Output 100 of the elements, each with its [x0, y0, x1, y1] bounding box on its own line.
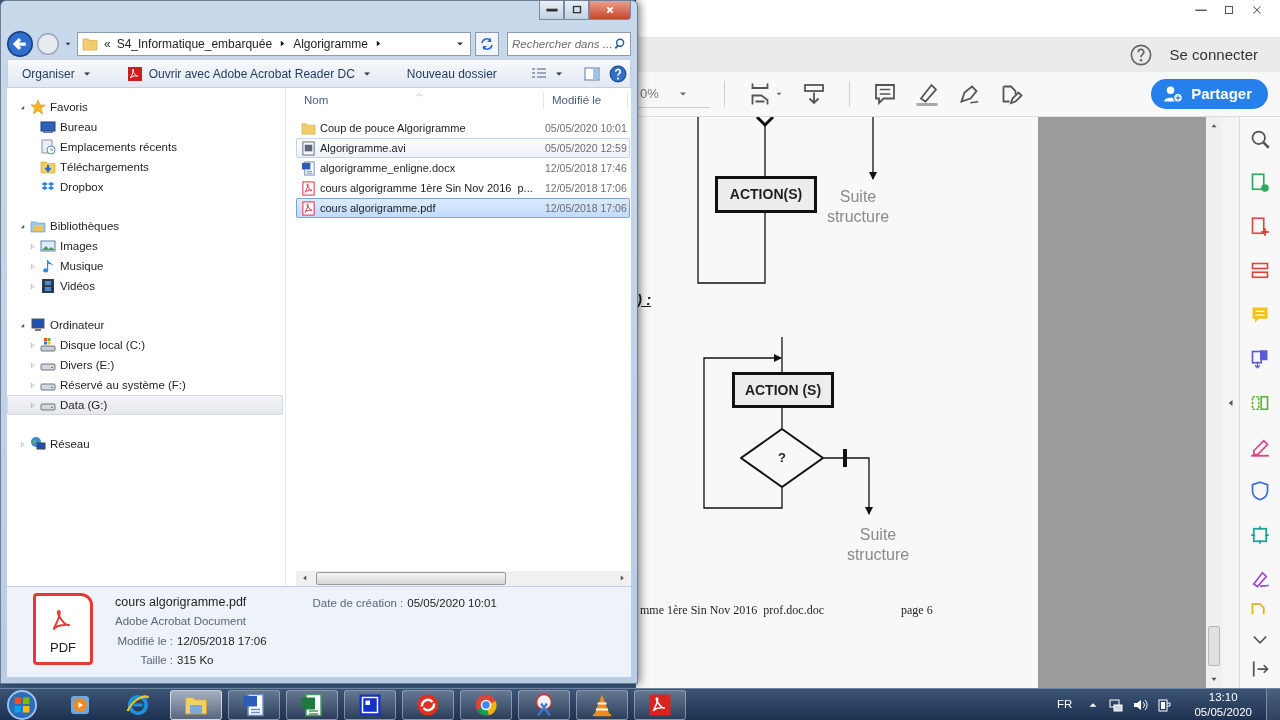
detail-value: 12/05/2018 17:06: [177, 633, 267, 649]
file-row[interactable]: Algorigramme.avi 05/05/2020 12:59: [296, 138, 630, 159]
system-drive-icon: [40, 337, 56, 354]
detail-label: Modifié le :: [116, 633, 173, 649]
combine-files-icon[interactable]: [1250, 349, 1270, 369]
breadcrumb[interactable]: Algorigramme: [293, 34, 368, 53]
refresh-button[interactable]: [475, 31, 499, 56]
nav-item[interactable]: Réservé au système (F:): [7, 375, 283, 396]
file-row[interactable]: cours algorigramme.pdf 12/05/2018 17:06: [296, 198, 630, 219]
nav-item[interactable]: Favoris: [7, 97, 283, 118]
address-bar[interactable]: « S4_Informatique_embarquée Algorigramme: [77, 31, 471, 56]
nav-item[interactable]: Bureau: [7, 117, 283, 138]
pane-icon: [583, 65, 600, 82]
scroll-thumb[interactable]: [316, 571, 506, 585]
scroll-mode-icon: [802, 82, 826, 106]
taskbar-button[interactable]: [402, 689, 454, 720]
desktop-icon: [40, 119, 56, 136]
fill-sign-icon[interactable]: [1250, 437, 1270, 457]
column-header[interactable]: Nom: [296, 91, 544, 110]
nav-item[interactable]: Dropbox: [7, 177, 283, 198]
file-row[interactable]: Coup de pouce Algorigramme 05/05/2020 10:01: [296, 118, 630, 139]
action-box: ACTION(S): [715, 176, 817, 213]
file-name: cours algorigramme.pdf: [115, 593, 248, 611]
breadcrumb[interactable]: S4_Informatique_embarquée: [116, 34, 273, 53]
create-pdf-icon[interactable]: [1250, 217, 1270, 237]
share-button[interactable]: Partager: [1151, 79, 1268, 109]
organize-pages-icon[interactable]: [1250, 261, 1270, 281]
send-review-icon[interactable]: [1250, 525, 1270, 545]
nav-item[interactable]: Réseau: [7, 434, 283, 455]
zoom-search-icon[interactable]: [1250, 129, 1270, 149]
minimize-button[interactable]: [539, 1, 564, 20]
file-type: Adobe Acrobat Document: [115, 614, 248, 630]
taskbar-button[interactable]: [634, 689, 686, 720]
search-field[interactable]: Rechercher dans ...: [507, 31, 631, 56]
battery-icon[interactable]: [1156, 696, 1173, 713]
nav-item[interactable]: Bibliothèques: [7, 216, 283, 237]
folder-icon: [301, 121, 316, 136]
network-icon: [30, 436, 46, 453]
taskbar-button[interactable]: [518, 689, 570, 720]
taskbar-button[interactable]: [170, 689, 222, 720]
close-button[interactable]: [589, 1, 631, 20]
download-folder-icon: [40, 159, 56, 176]
maximize-button[interactable]: [564, 1, 589, 20]
add-person-icon: [1163, 84, 1184, 104]
shield-icon[interactable]: [1250, 481, 1270, 501]
clock[interactable]: 13:10 05/05/2020: [1194, 689, 1252, 720]
minimize-icon: [544, 7, 559, 13]
file-row[interactable]: cours algorigramme 1ère Sin Nov 2016 p... 12/05/2018 17:06: [296, 178, 630, 199]
network-icon[interactable]: [1108, 696, 1125, 713]
connector-line: [781, 407, 783, 429]
command-button[interactable]: Ouvrir avec Adobe Acrobat Reader DC: [118, 61, 381, 86]
exit-label: Suite structure: [845, 525, 911, 565]
exit-arrow: [823, 457, 873, 515]
pdf-icon: [126, 65, 143, 82]
nav-item[interactable]: Images: [7, 236, 283, 257]
horizontal-scrollbar[interactable]: [296, 570, 631, 586]
taskbar-button[interactable]: [228, 689, 280, 720]
command-button[interactable]: Nouveau dossier: [398, 61, 505, 86]
word-icon: [242, 692, 266, 717]
language-indicator[interactable]: FR: [1057, 695, 1073, 714]
forward-icon: [37, 32, 59, 55]
pdf-file-icon: [301, 181, 316, 196]
collapse-arrow-icon[interactable]: [1250, 659, 1270, 679]
music-note-icon: [40, 258, 56, 275]
back-button[interactable]: [7, 30, 33, 57]
vertical-scrollbar[interactable]: [1206, 117, 1222, 688]
file-row[interactable]: algorigramme_enligne.docx 12/05/2018 17:46: [296, 158, 630, 179]
command-button[interactable]: Organiser: [14, 61, 101, 86]
export-pdf-icon[interactable]: [1250, 173, 1270, 193]
page-footer-text: mme 1ère Sin Nov 2016 prof.doc.doc: [640, 602, 824, 619]
taskbar-button[interactable]: [576, 689, 628, 720]
nav-item[interactable]: Ordinateur: [7, 315, 283, 336]
page-number: page 6: [901, 602, 933, 619]
help-icon[interactable]: [608, 64, 627, 83]
computer-icon: [30, 317, 46, 334]
nav-item[interactable]: Téléchargements: [7, 157, 283, 178]
signature-icon[interactable]: [1250, 569, 1270, 589]
show-desktop-button[interactable]: [1266, 688, 1280, 720]
taskbar-button[interactable]: [344, 689, 396, 720]
taskbar-button[interactable]: [460, 689, 512, 720]
nav-item[interactable]: Disque local (C:): [7, 335, 283, 356]
pdf-file-icon: PDF: [33, 592, 93, 665]
detail-label: Taille :: [139, 652, 173, 668]
pdf-icon: [648, 692, 672, 717]
nav-item[interactable]: Emplacements récents: [7, 137, 283, 158]
taskbar-button[interactable]: [286, 689, 338, 720]
minimize-icon: [1194, 8, 1208, 12]
nav-item[interactable]: Data (G:): [7, 395, 283, 416]
column-header[interactable]: Modifié le: [544, 91, 628, 110]
film-icon: [40, 278, 56, 295]
nav-item[interactable]: Musique: [7, 256, 283, 277]
refresh-icon: [479, 35, 495, 52]
spreadsheet-icon: [300, 692, 324, 717]
browser-e-icon: [126, 692, 150, 717]
nav-item[interactable]: Vidéos: [7, 276, 283, 297]
nav-item[interactable]: Divers (E:): [7, 355, 283, 376]
scroll-thumb[interactable]: [1208, 626, 1220, 666]
word-document-icon: [301, 161, 316, 176]
help-icon[interactable]: [1129, 44, 1152, 66]
sign-in-link[interactable]: Se connecter: [1169, 43, 1258, 67]
